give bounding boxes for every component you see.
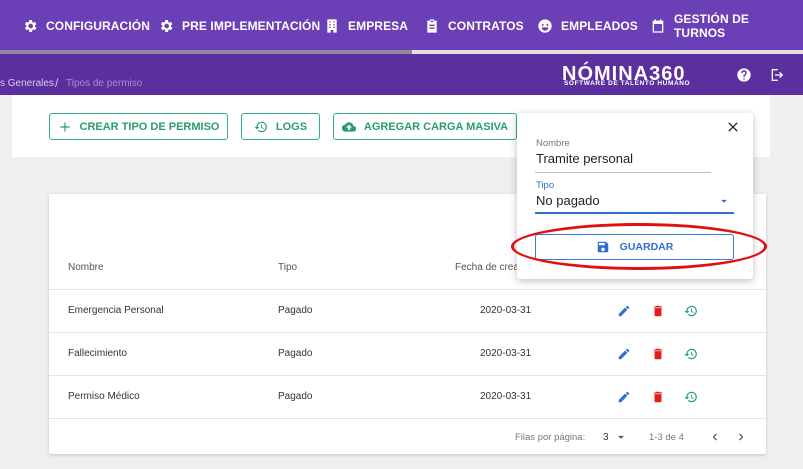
cell-tipo: Pagado [278, 348, 313, 359]
nav-item-label: EMPLEADOS [561, 19, 638, 33]
delete-icon[interactable] [651, 390, 665, 404]
plus-icon [58, 120, 72, 134]
cell-nombre: Fallecimiento [68, 348, 127, 359]
clipboard-icon [424, 18, 440, 34]
column-header-fecha[interactable]: Fecha de crea [455, 262, 519, 273]
help-icon[interactable] [736, 67, 752, 83]
nombre-field-label: Nombre [536, 138, 570, 149]
delete-icon[interactable] [651, 347, 665, 361]
cell-fecha: 2020-03-31 [480, 391, 532, 402]
breadcrumb-current: Tipos de permiso [66, 78, 143, 89]
nav-item-pre-implementacion[interactable]: PRE IMPLEMENTACIÓN [158, 0, 320, 52]
logout-icon[interactable] [769, 67, 785, 83]
tipo-select-underline [535, 212, 734, 214]
rows-per-page-select[interactable]: 3 [603, 432, 609, 443]
chevron-left-icon[interactable] [708, 430, 722, 444]
nav-item-label: PRE IMPLEMENTACIÓN [182, 19, 321, 33]
history-icon[interactable] [684, 347, 698, 361]
nav-item-configuracion[interactable]: CONFIGURACIÓN [22, 0, 150, 52]
nav-item-contratos[interactable]: CONTRATOS [424, 0, 524, 52]
nav-item-empleados[interactable]: EMPLEADOS [537, 0, 638, 52]
breadcrumb-parent-link[interactable]: s Generales [0, 78, 54, 89]
history-icon [254, 120, 268, 134]
cell-tipo: Pagado [278, 391, 313, 402]
chevron-down-icon[interactable] [614, 430, 628, 444]
chevron-down-icon[interactable] [717, 194, 731, 208]
calendar-icon [650, 18, 666, 34]
gear-icon [22, 18, 38, 34]
chevron-right-icon[interactable] [734, 430, 748, 444]
bulk-upload-button[interactable]: AGREGAR CARGA MASIVA [333, 113, 517, 140]
pagination-range: 1-3 de 4 [649, 432, 684, 443]
nombre-field-underline [535, 172, 711, 173]
nav-item-empresa[interactable]: EMPRESA [324, 0, 408, 52]
tipo-field-label: Tipo [536, 180, 555, 191]
column-header-nombre[interactable]: Nombre [68, 262, 104, 273]
table-footer-divider [49, 418, 766, 419]
create-permission-type-button[interactable]: CREAR TIPO DE PERMISO [49, 113, 228, 140]
edit-icon[interactable] [617, 347, 631, 361]
logs-button[interactable]: LOGS [241, 113, 320, 140]
nav-item-label: EMPRESA [348, 19, 409, 33]
cell-nombre: Emergencia Personal [68, 305, 164, 316]
gear-icon [158, 18, 174, 34]
cell-fecha: 2020-03-31 [480, 348, 532, 359]
rows-per-page-label: Filas por página: [515, 432, 586, 443]
breadcrumb-separator: / [55, 76, 59, 90]
nav-item-label: CONFIGURACIÓN [46, 19, 150, 33]
cloud-upload-icon [341, 120, 356, 134]
close-icon[interactable] [725, 119, 741, 135]
cell-tipo: Pagado [278, 305, 313, 316]
nombre-field[interactable]: Tramite personal [536, 151, 633, 166]
logs-button-label: LOGS [275, 120, 308, 133]
nav-item-label: GESTIÓN DE TURNOS [674, 12, 750, 40]
column-header-tipo[interactable]: Tipo [278, 262, 297, 273]
history-icon[interactable] [684, 390, 698, 404]
history-icon[interactable] [684, 304, 698, 318]
building-icon [324, 18, 340, 34]
tipo-select[interactable]: No pagado [536, 193, 600, 208]
annotation-highlight-ellipse [511, 223, 767, 270]
nav-item-label: CONTRATOS [448, 19, 524, 33]
face-icon [537, 18, 553, 34]
edit-icon[interactable] [617, 390, 631, 404]
cell-fecha: 2020-03-31 [480, 305, 532, 316]
delete-icon[interactable] [651, 304, 665, 318]
logo-tagline: SOFTWARE DE TALENTO HUMANO [564, 80, 691, 87]
cell-nombre: Permiso Médico [68, 391, 140, 402]
create-button-label: CREAR TIPO DE PERMISO [79, 120, 220, 133]
edit-icon[interactable] [617, 304, 631, 318]
nav-item-gestion-de-turnos[interactable]: GESTIÓN DE TURNOS [650, 0, 803, 52]
bulk-button-label: AGREGAR CARGA MASIVA [363, 120, 509, 133]
